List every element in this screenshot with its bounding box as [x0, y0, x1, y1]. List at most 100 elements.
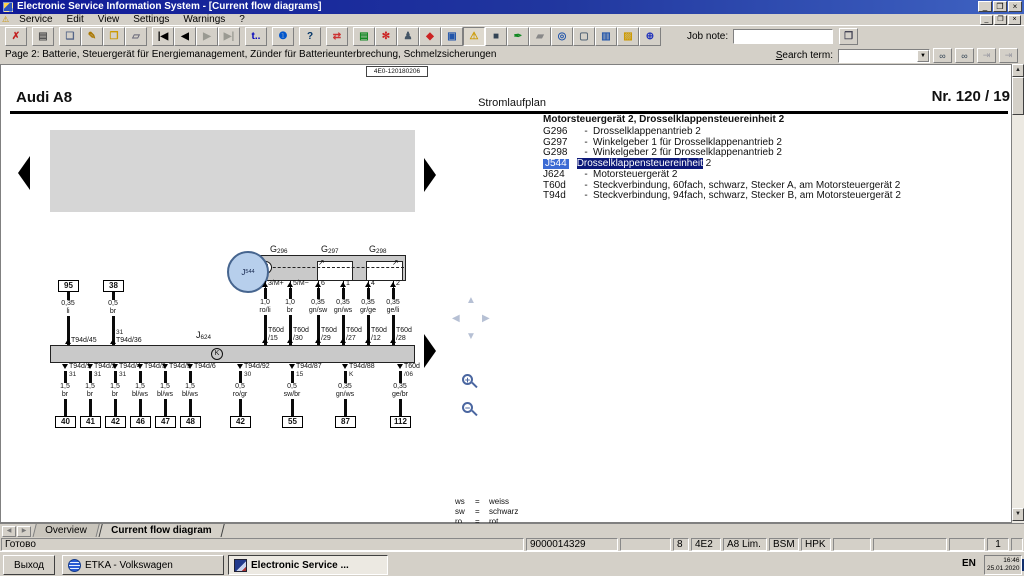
apply-term-all-button[interactable]: ⇥ [999, 48, 1018, 63]
current-flow-diagrams-icon: ⚠ [470, 31, 479, 42]
text-pages-icon: t.. [252, 31, 261, 42]
language-indicator[interactable]: EN [962, 558, 976, 569]
open-document-button[interactable]: ❒ [103, 27, 125, 46]
vertical-scrollbar[interactable]: ▲ ▼ [1012, 64, 1024, 523]
bookmark-button[interactable]: ◆ [419, 27, 441, 46]
status-cell [620, 538, 671, 551]
nav-next-icon: ▶ [203, 31, 211, 42]
tray-app-icon[interactable] [1022, 559, 1024, 571]
online-button[interactable]: ⊕ [639, 27, 661, 46]
parts-catalog-icon: ✻ [382, 31, 390, 42]
job-note-input[interactable] [733, 29, 833, 44]
monitor-button[interactable]: ■ [485, 27, 507, 46]
fax-icon: ▥ [601, 31, 610, 42]
start-button[interactable]: Выход [3, 555, 55, 575]
mdi-minimize-button[interactable]: _ [980, 15, 993, 25]
search-person-button[interactable]: ◎ [551, 27, 573, 46]
taskbar-button-1[interactable]: ETKA - Volkswagen [62, 555, 224, 575]
nav-first-icon: |◀ [158, 31, 169, 42]
mdi-close-button[interactable]: × [1008, 15, 1021, 25]
end-service-button[interactable]: ✗ [5, 27, 27, 46]
bookmark-icon: ◆ [426, 31, 434, 42]
nav-last-button[interactable]: ▶| [218, 27, 240, 46]
graphics-icon: ▣ [447, 31, 456, 42]
menu-item-help[interactable]: ? [232, 14, 252, 25]
protocol-icon: ▢ [579, 31, 588, 42]
taskbar-button-2[interactable]: Electronic Service ... [228, 555, 388, 575]
nav-first-button[interactable]: |◀ [152, 27, 174, 46]
tab-current-flow-diagram[interactable]: Current flow diagram [98, 524, 224, 538]
menu-item-view[interactable]: View [91, 14, 127, 25]
scroll-down-icon[interactable]: ▼ [1012, 508, 1024, 521]
maximize-button[interactable]: ❐ [993, 1, 1007, 12]
marker-button[interactable]: ✒ [507, 27, 529, 46]
search-term-combobox[interactable]: ▼ [838, 49, 930, 63]
info-button[interactable]: ❶ [272, 27, 294, 46]
vehicle2-button[interactable]: ▰ [529, 27, 551, 46]
nav-next-button[interactable]: ▶ [196, 27, 218, 46]
tray-time: 16:46 [987, 557, 1020, 565]
app-icon [3, 2, 13, 12]
tab-scroll-left-icon[interactable]: ◀ [2, 526, 16, 537]
apply-term-icon: ⇥ [983, 50, 991, 61]
search-area: Search term: ▼ ∞∞⇥⇥ [776, 48, 1018, 63]
minimize-button[interactable]: _ [978, 1, 992, 12]
chevron-down-icon[interactable]: ▼ [917, 50, 929, 62]
tab-scroll-right-icon[interactable]: ▶ [17, 526, 31, 537]
fax-button[interactable]: ▥ [595, 27, 617, 46]
globe-icon [68, 559, 81, 572]
monitor-icon: ■ [493, 31, 499, 42]
print-button[interactable]: ▤ [32, 27, 54, 46]
nav-prev-button[interactable]: ◀ [174, 27, 196, 46]
window-title: Electronic Service Information System - … [17, 1, 322, 13]
help-key-button[interactable]: ? [299, 27, 321, 46]
search-up-button[interactable]: ∞ [955, 48, 974, 63]
scrollbar-thumb[interactable] [1012, 77, 1024, 115]
new-document-icon: ❏ [66, 31, 75, 42]
switch-view-button[interactable]: ⇄ [326, 27, 348, 46]
scroll-up-icon[interactable]: ▲ [1012, 64, 1024, 77]
menu-item-warnings[interactable]: Warnings [176, 14, 232, 25]
tab-label: Current flow diagram [111, 524, 212, 537]
vehicle-data-button[interactable]: ▱ [125, 27, 147, 46]
mdi-restore-button[interactable]: ❐ [994, 15, 1007, 25]
customer-button[interactable]: ♟ [397, 27, 419, 46]
status-cell [1011, 538, 1023, 551]
customer-icon: ♟ [404, 31, 413, 42]
online-icon: ⊕ [646, 31, 654, 42]
new-document-button[interactable]: ❏ [59, 27, 81, 46]
apply-term-button[interactable]: ⇥ [977, 48, 996, 63]
status-cell [833, 538, 871, 551]
diagram-canvas[interactable] [0, 64, 1012, 523]
edit-document-button[interactable]: ✎ [81, 27, 103, 46]
certificate-icon: ▨ [623, 31, 632, 42]
menu-item-edit[interactable]: Edit [60, 14, 91, 25]
tab-overview[interactable]: Overview [32, 524, 99, 538]
menu-item-settings[interactable]: Settings [126, 14, 176, 25]
menu-bar: ⚠ ServiceEditViewSettingsWarnings? [0, 14, 1024, 25]
current-flow-diagrams-button[interactable]: ⚠ [463, 27, 485, 46]
close-button[interactable]: × [1008, 1, 1022, 12]
certificate-button[interactable]: ▨ [617, 27, 639, 46]
report-button[interactable]: ▤ [353, 27, 375, 46]
esi-app-icon [234, 559, 247, 572]
graphics-button[interactable]: ▣ [441, 27, 463, 46]
taskbar-button-label: ETKA - Volkswagen [85, 560, 173, 571]
taskbar-button-label: Electronic Service ... [251, 560, 349, 571]
menu-item-service[interactable]: Service [12, 14, 59, 25]
job-note-button[interactable]: ❐ [839, 28, 858, 45]
protocol-button[interactable]: ▢ [573, 27, 595, 46]
parts-catalog-button[interactable]: ✻ [375, 27, 397, 46]
status-cell: 8 [673, 538, 689, 551]
text-pages-button[interactable]: t.. [245, 27, 267, 46]
search-down-button[interactable]: ∞ [933, 48, 952, 63]
system-tray: 16:46 25.01.2020 [984, 555, 1022, 575]
toolbar-groups: ✗ ▤ ❏ ✎❒▱ |◀ ◀ ▶ ▶| t.. ❶? ⇄ ▤ ✻ ♟ ◆ ▣ ⚠ ■ ✒ ▰ ◎ ▢ ▥ ▨ ⊕ [0, 27, 661, 46]
nav-prev-icon: ◀ [181, 31, 189, 42]
page-description: Page 2: Batterie, Steuergerät für Energi… [5, 49, 496, 60]
tab-label: Overview [45, 524, 87, 537]
vehicle2-icon: ▰ [536, 31, 544, 42]
switch-view-icon: ⇄ [333, 31, 341, 42]
job-note-area: Job note: ❐ [687, 28, 858, 45]
toolbar: ✗ ▤ ❏ ✎❒▱ |◀ ◀ ▶ ▶| t.. ❶? ⇄ ▤ ✻ ♟ ◆ ▣ ⚠ ■ ✒ ▰ ◎ ▢ ▥ ▨ ⊕ Job not… [0, 25, 1024, 47]
